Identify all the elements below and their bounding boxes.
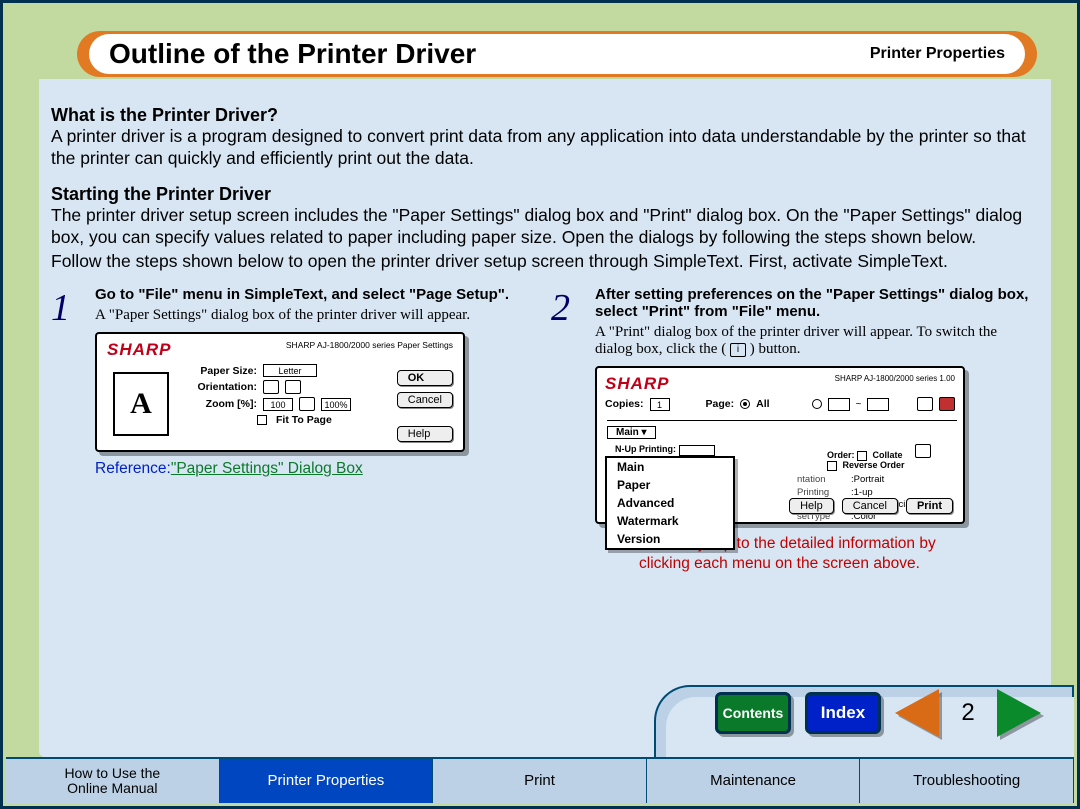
reference-label: Reference: — [95, 460, 171, 477]
nav-print[interactable]: Print — [433, 759, 647, 803]
section-start-body-2: Follow the steps shown below to open the… — [51, 251, 1031, 273]
step-1-desc: A "Paper Settings" dialog box of the pri… — [95, 307, 531, 324]
step-2: 2 After setting preferences on the "Pape… — [551, 286, 1031, 573]
dialog1-header: SHARP AJ-1800/2000 series Paper Settings — [286, 340, 453, 350]
orientation-label: Orientation: — [187, 381, 257, 393]
page-subtitle: Printer Properties — [870, 45, 1005, 63]
zoom-value-input[interactable]: 100 — [263, 398, 293, 411]
brand-logo-2: SHARP — [605, 374, 670, 394]
section-what-heading: What is the Printer Driver? — [51, 105, 1031, 126]
cancel-button[interactable]: Cancel — [397, 392, 453, 408]
menu-advanced[interactable]: Advanced — [607, 494, 733, 512]
menu-version[interactable]: Version — [607, 530, 733, 548]
reference-line: Reference:"Paper Settings" Dialog Box — [95, 460, 531, 478]
dialog-switch-icon[interactable] — [917, 397, 933, 411]
print-button[interactable]: Print — [906, 498, 953, 514]
index-button[interactable]: Index — [805, 692, 881, 734]
step-2-desc: A "Print" dialog box of the printer driv… — [595, 324, 1031, 358]
dialog-color-icon[interactable] — [939, 397, 955, 411]
content-area: What is the Printer Driver? A printer dr… — [39, 79, 1051, 757]
tab-popup-menu: Main Paper Advanced Watermark Version — [605, 456, 735, 550]
switch-dialog-icon: i — [730, 343, 746, 357]
page-number: 2 — [953, 699, 983, 727]
page-title: Outline of the Printer Driver — [109, 38, 476, 70]
nav-how-to-use[interactable]: How to Use theOnline Manual — [6, 759, 220, 803]
page-range-radio[interactable] — [812, 399, 822, 409]
step-2-title: After setting preferences on the "Paper … — [595, 286, 1031, 320]
step-1: 1 Go to "File" menu in SimpleText, and s… — [51, 286, 531, 573]
print-cancel-button[interactable]: Cancel — [842, 498, 898, 514]
bottom-nav: How to Use theOnline Manual Printer Prop… — [6, 757, 1074, 803]
paper-settings-dialog-thumb: SHARP SHARP AJ-1800/2000 series Paper Se… — [95, 332, 465, 452]
page-preview-icon: A — [113, 372, 169, 436]
fit-to-page-checkbox[interactable] — [257, 415, 267, 425]
copies-input[interactable]: 1 — [650, 398, 670, 411]
nav-printer-properties[interactable]: Printer Properties — [220, 759, 434, 803]
step-2-number: 2 — [551, 286, 585, 573]
page-from-input[interactable] — [828, 398, 850, 411]
menu-main[interactable]: Main — [607, 458, 733, 476]
nup-select[interactable] — [679, 445, 715, 456]
contents-button[interactable]: Contents — [715, 692, 791, 734]
section-what-body: A printer driver is a program designed t… — [51, 126, 1031, 170]
orientation-portrait-icon[interactable] — [263, 380, 279, 394]
zoom-label: Zoom [%]: — [187, 398, 257, 410]
collate-icon — [915, 444, 931, 458]
copies-label: Copies: — [605, 398, 644, 410]
section-start-heading: Starting the Printer Driver — [51, 184, 1031, 205]
zoom-stepper-icon[interactable] — [299, 397, 315, 411]
main-tab-dropdown[interactable]: Main ▾ — [607, 426, 656, 439]
paper-size-label: Paper Size: — [187, 365, 257, 377]
help-button[interactable]: Help — [397, 426, 453, 442]
menu-paper[interactable]: Paper — [607, 476, 733, 494]
fit-to-page-label: Fit To Page — [276, 414, 332, 426]
page-label: Page: — [706, 398, 735, 410]
dialog2-header: SHARP AJ-1800/2000 series 1.00 — [835, 374, 955, 383]
title-bar: Outline of the Printer Driver Printer Pr… — [77, 31, 1037, 77]
menu-watermark[interactable]: Watermark — [607, 512, 733, 530]
step-1-number: 1 — [51, 286, 85, 573]
nav-troubleshooting[interactable]: Troubleshooting — [860, 759, 1074, 803]
print-dialog-thumb: SHARP SHARP AJ-1800/2000 series 1.00 Cop… — [595, 366, 965, 524]
section-start-body-1: The printer driver setup screen includes… — [51, 205, 1031, 249]
page-controls: Contents Index 2 — [715, 680, 1041, 746]
nup-label: N-Up Printing: — [615, 444, 676, 454]
prev-page-button[interactable] — [895, 689, 939, 737]
steps-row: 1 Go to "File" menu in SimpleText, and s… — [51, 286, 1031, 573]
step-1-title: Go to "File" menu in SimpleText, and sel… — [95, 286, 531, 303]
reference-link-paper-settings[interactable]: "Paper Settings" Dialog Box — [171, 460, 363, 477]
nav-maintenance[interactable]: Maintenance — [647, 759, 861, 803]
ok-button[interactable]: OK — [397, 370, 453, 386]
print-help-button[interactable]: Help — [789, 498, 834, 514]
orientation-landscape-icon[interactable] — [285, 380, 301, 394]
brand-logo: SHARP — [107, 340, 172, 360]
zoom-percent: 100% — [321, 398, 351, 411]
next-page-button[interactable] — [997, 689, 1041, 737]
page-to-input[interactable] — [867, 398, 889, 411]
page-all-radio[interactable] — [740, 399, 750, 409]
paper-size-select[interactable]: Letter — [263, 364, 317, 377]
reverse-order-checkbox[interactable] — [827, 461, 837, 471]
